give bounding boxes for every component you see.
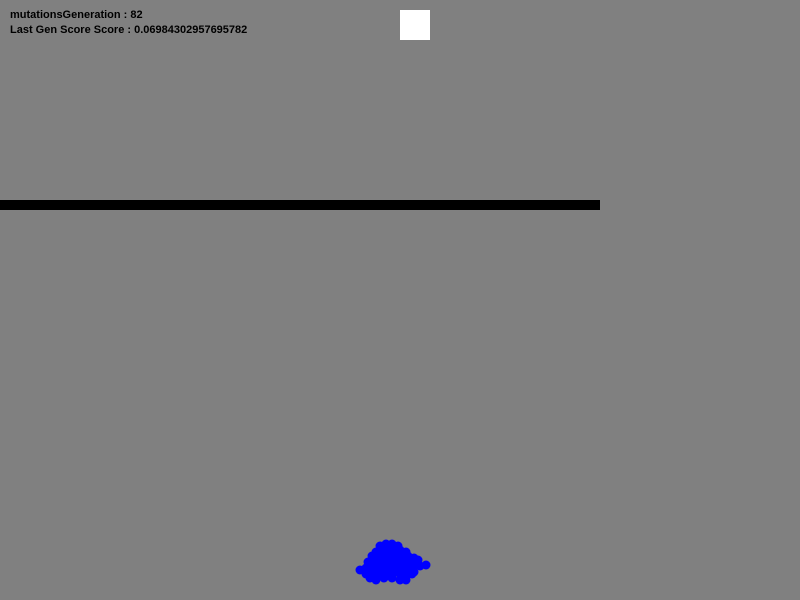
rocket-agent [391, 549, 401, 559]
rocket-agent [393, 541, 403, 551]
rocket-agent [385, 561, 395, 571]
rocket-agent [367, 551, 377, 561]
rocket-agent [409, 553, 419, 563]
rocket-agent [379, 563, 389, 573]
rocket-agent [381, 539, 391, 549]
target-square-icon [400, 10, 430, 40]
rocket-agent [387, 573, 397, 583]
rocket-agent [421, 560, 431, 570]
rocket-agent [407, 569, 417, 579]
rocket-agent [397, 563, 407, 573]
rocket-agent [371, 547, 381, 557]
rocket-agent [367, 561, 377, 571]
rocket-agent [397, 551, 407, 561]
rocket-agent [373, 549, 383, 559]
rocket-agent [373, 559, 383, 569]
rocket-agent [377, 545, 387, 555]
rocket-agent [377, 569, 387, 579]
rocket-agent [409, 561, 419, 571]
rocket-agent [367, 567, 377, 577]
rocket-agent [361, 569, 371, 579]
rocket-agent [385, 555, 395, 565]
rocket-agent [361, 563, 371, 573]
rocket-agent [383, 567, 393, 577]
rocket-agent [385, 547, 395, 557]
rocket-agent [375, 541, 385, 551]
obstacle-bar [0, 200, 600, 210]
rocket-agent [389, 543, 399, 553]
rocket-agent [373, 565, 383, 575]
rocket-agent [403, 559, 413, 569]
rocket-agent [405, 555, 415, 565]
rocket-agent [403, 565, 413, 575]
rocket-agent [379, 547, 389, 557]
rocket-agent [397, 557, 407, 567]
rocket-agent [409, 567, 419, 577]
rocket-agent [387, 539, 397, 549]
rocket-agent [413, 555, 423, 565]
rocket-agent [381, 551, 391, 561]
rocket-agent [371, 575, 381, 585]
last-gen-score-label: Last Gen Score Score : 0.069843029576957… [10, 24, 248, 36]
rocket-agent [391, 561, 401, 571]
rocket-agent [401, 547, 411, 557]
game-canvas: mutationsGeneration : 82 Last Gen Score … [0, 0, 800, 600]
generation-label: mutationsGeneration : 82 [10, 9, 143, 21]
rocket-agent [369, 555, 379, 565]
rocket-agent [399, 555, 409, 565]
rocket-population [355, 539, 431, 585]
rocket-agent [375, 553, 385, 563]
rocket-agent [355, 565, 365, 575]
rocket-agent [379, 573, 389, 583]
rocket-agent [387, 551, 397, 561]
rocket-agent [401, 571, 411, 581]
rocket-agent [365, 573, 375, 583]
rocket-agent [389, 567, 399, 577]
rocket-agent [415, 561, 425, 571]
rocket-agent [403, 551, 413, 561]
rocket-agent [391, 555, 401, 565]
rocket-agent [363, 557, 373, 567]
rocket-agent [371, 571, 381, 581]
rocket-agent [383, 543, 393, 553]
rocket-agent [395, 569, 405, 579]
rocket-agent [379, 557, 389, 567]
rocket-agent [393, 553, 403, 563]
rocket-agent [395, 545, 405, 555]
rocket-agent [395, 575, 405, 585]
rocket-agent [401, 575, 411, 585]
